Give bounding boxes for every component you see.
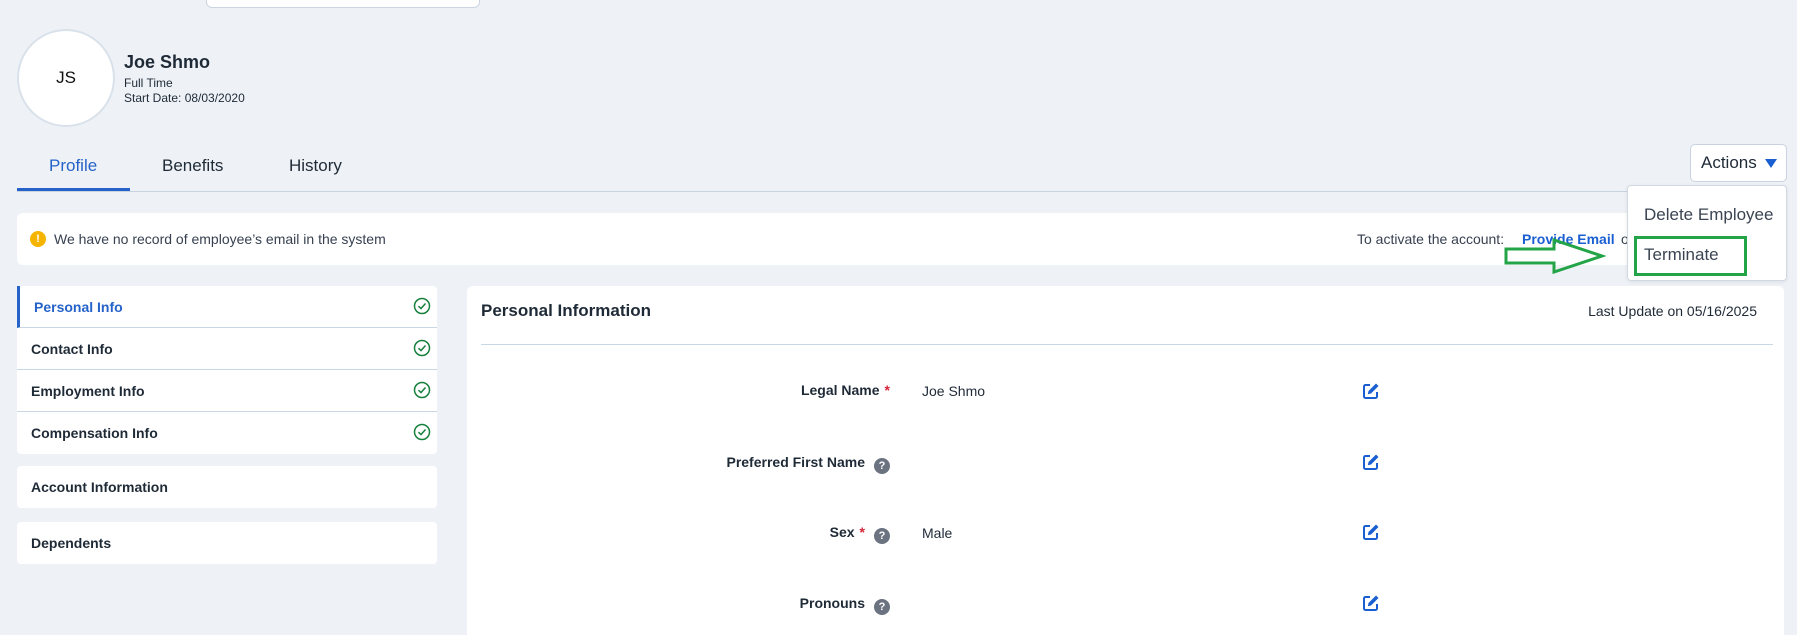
sidebar-item-label: Personal Info [34,299,123,315]
actions-menu: Delete Employee Terminate [1627,185,1787,281]
field-label-preferred-first-name: Preferred First Name? [726,454,890,474]
sidebar-item-compensation-info[interactable]: Compensation Info [17,412,437,454]
field-label-pronouns: Pronouns? [800,595,890,615]
sidebar-item-personal-info[interactable]: Personal Info [17,286,437,328]
required-marker: * [859,524,865,540]
caret-down-icon [1765,159,1777,168]
label-text: Legal Name [800,382,880,398]
tab-profile[interactable]: Profile [49,156,97,191]
actions-button[interactable]: Actions [1690,144,1787,182]
sidebar-item-label: Compensation Info [31,425,158,441]
field-row-preferred-first-name: Preferred First Name? [467,454,890,474]
sidebar-section-list: Personal Info Contact Info Employment In… [17,286,437,454]
field-value-sex: Male [922,525,953,541]
edit-icon[interactable] [1361,522,1381,542]
personal-information-panel: Personal Information Last Update on 05/1… [467,286,1784,635]
sidebar-item-label: Account Information [31,479,168,495]
warning-icon: ! [30,231,46,247]
edit-icon[interactable] [1361,593,1381,613]
required-marker: * [884,382,890,398]
label-text: Pronouns [799,595,865,611]
sidebar-item-label: Employment Info [31,383,145,399]
banner-activate-text: To activate the account: [1357,231,1505,247]
last-update-text: Last Update on 05/16/2025 [1588,303,1757,319]
sidebar-item-employment-info[interactable]: Employment Info [17,370,437,412]
field-label-legal-name: Legal Name * [801,382,890,398]
sidebar-account-section: Account Information [17,466,437,508]
employment-type: Full Time [124,76,173,90]
sidebar-item-contact-info[interactable]: Contact Info [17,328,437,370]
edit-icon[interactable] [1361,381,1381,401]
sidebar-dependents-section: Dependents [17,522,437,564]
field-value-legal-name: Joe Shmo [922,383,986,399]
tab-bar: Profile Benefits History [17,150,1784,192]
check-circle-icon [413,381,431,399]
help-icon[interactable]: ? [874,528,890,544]
label-text: Sex [829,524,855,540]
tab-history[interactable]: History [289,156,342,191]
active-tab-indicator [17,188,130,191]
check-circle-icon [413,423,431,441]
menu-item-terminate[interactable]: Terminate [1644,245,1719,265]
help-icon[interactable]: ? [874,599,890,615]
sidebar-item-label: Contact Info [31,341,113,357]
banner-message: We have no record of employee’s email in… [54,231,386,247]
check-circle-icon [413,339,431,357]
tab-benefits[interactable]: Benefits [162,156,223,191]
check-circle-icon [413,297,431,315]
menu-item-delete-employee[interactable]: Delete Employee [1644,205,1773,225]
label-text: Preferred First Name [726,454,865,470]
help-icon[interactable]: ? [874,458,890,474]
sidebar-item-dependents[interactable]: Dependents [17,522,437,564]
sidebar-item-account-information[interactable]: Account Information [17,466,437,508]
employee-name: Joe Shmo [124,52,211,72]
field-row-pronouns: Pronouns? [467,595,890,615]
avatar: JS [17,29,115,127]
field-row-legal-name: Legal Name * [467,382,890,402]
field-label-sex: Sex *? [830,524,890,544]
sidebar-item-label: Dependents [31,535,112,551]
avatar-initials: JS [56,68,76,87]
field-row-sex: Sex *? [467,524,890,544]
panel-divider [481,344,1773,345]
start-date: Start Date: 08/03/2020 [124,91,245,105]
right-arrow-icon [1504,238,1606,274]
edit-icon[interactable] [1361,452,1381,472]
search-box[interactable] [206,0,480,8]
panel-title: Personal Information [481,301,652,320]
actions-label: Actions [1701,153,1757,172]
